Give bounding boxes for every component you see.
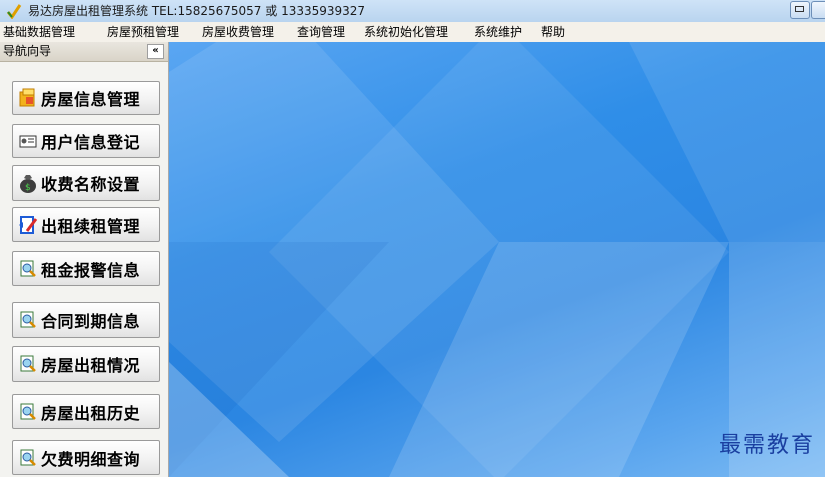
nav-label: 出租续租管理 [41,216,141,236]
app-logo-icon [6,4,22,19]
nav-contract-expiry-button[interactable]: 合同到期信息 [12,302,160,338]
menu-help[interactable]: 帮助 [541,24,565,40]
window-title: 易达房屋出租管理系统 TEL:15825675057 或 13335939327 [28,4,366,18]
svg-text:$: $ [25,183,31,193]
search-document-icon [17,447,39,469]
menu-house-fees[interactable]: 房屋收费管理 [202,24,274,40]
maximize-button[interactable] [811,1,825,19]
menu-basic-data[interactable]: 基础数据管理 [3,24,75,40]
nav-label: 收费名称设置 [41,175,141,194]
id-card-icon [17,130,39,152]
search-document-icon [17,401,39,423]
nav-fee-names-button[interactable]: $ 收费名称设置 [12,165,160,201]
title-bar: 易达房屋出租管理系统 TEL:15825675057 或 13335939327 [0,0,825,23]
menu-system-init[interactable]: 系统初始化管理 [364,24,448,40]
nav-label: 欠费明细查询 [41,449,141,469]
search-document-icon [17,258,39,280]
menu-query[interactable]: 查询管理 [297,24,345,40]
nav-rent-renew-button[interactable]: 出租续租管理 [12,207,160,242]
search-document-icon [17,353,39,375]
nav-house-info-button[interactable]: 房屋信息管理 [12,81,160,115]
minimize-button[interactable] [790,1,810,19]
sidebar-header: 导航向导 « [0,42,168,62]
nav-label: 用户信息登记 [41,133,141,152]
sidebar-title: 导航向导 [3,44,52,58]
nav-label: 房屋出租历史 [41,403,141,423]
background-pattern [169,42,825,477]
nav-user-register-button[interactable]: 用户信息登记 [12,124,160,158]
menu-system-maintenance[interactable]: 系统维护 [474,24,522,40]
nav-rent-status-button[interactable]: 房屋出租情况 [12,346,160,382]
nav-label: 房屋出租情况 [41,356,141,375]
search-document-icon [17,309,39,331]
nav-arrears-query-button[interactable]: 欠费明细查询 [12,440,160,475]
navigation-sidebar: 导航向导 « 房屋信息管理 用户信息登记 $ 收费名称设置 出租续租管理 租金报… [0,42,169,477]
minimize-icon [795,6,804,12]
nav-label: 合同到期信息 [41,312,141,331]
menu-bar: 基础数据管理 房屋预租管理 房屋收费管理 查询管理 系统初始化管理 系统维护 帮… [0,22,825,43]
collapse-sidebar-button[interactable]: « [147,44,164,59]
watermark-text: 最需教育 [718,433,815,458]
money-bag-icon: $ [17,172,39,194]
nav-rent-alert-button[interactable]: 租金报警信息 [12,251,160,286]
menu-house-prerent[interactable]: 房屋预租管理 [107,24,179,40]
nav-label: 租金报警信息 [41,260,141,280]
main-workspace: 最需教育 [169,42,825,477]
nav-rent-history-button[interactable]: 房屋出租历史 [12,394,160,429]
nav-label: 房屋信息管理 [41,90,141,109]
house-folder-icon [17,87,39,109]
edit-document-icon [17,214,39,236]
